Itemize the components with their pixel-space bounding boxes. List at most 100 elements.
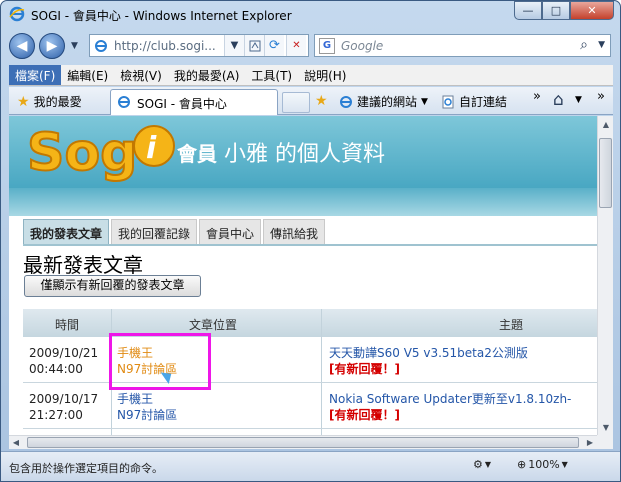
tab-my-replies[interactable]: 我的回覆記錄 (111, 219, 198, 245)
page-content: Sog i 會員 小雅 的個人資料 我的發表文章 我的回覆記錄 會員中心 傳訊給… (9, 116, 597, 435)
suggested-sites-label: 建議的網站 (357, 95, 418, 109)
window-controls: — □ ✕ (514, 1, 614, 21)
highlight-box (109, 333, 211, 390)
post-date-day: 2009/10/17 (29, 392, 99, 406)
forum-link[interactable]: 手機王 (117, 391, 177, 407)
security-icon: ⚙ (473, 458, 483, 471)
menu-favorites[interactable]: 我的最愛(A) (168, 65, 246, 85)
custom-links[interactable]: 自訂連結 (441, 93, 507, 110)
post-topic: Nokia Software Updater更新至v1.8.10zh- [有新回… (329, 391, 571, 423)
suggested-sites[interactable]: 建議的網站 ▼ (339, 93, 428, 110)
tab-send-message[interactable]: 傳訊給我 (263, 219, 326, 245)
status-bar: 包含用於操作選定項目的命令。 ⚙ ▼ ⊕ 100% ▼ (1, 451, 620, 481)
topic-link[interactable]: Nokia Software Updater更新至v1.8.10zh- (329, 391, 571, 407)
home-icon[interactable]: ⌂ (553, 90, 564, 110)
home-dropdown[interactable]: ▼ (575, 95, 582, 105)
protected-mode-button[interactable]: ⚙ ▼ (473, 458, 491, 471)
menu-help[interactable]: 說明(H) (298, 65, 352, 85)
menu-tools[interactable]: 工具(T) (245, 65, 298, 85)
search-input[interactable]: Google (341, 39, 383, 53)
tab-underline (23, 244, 597, 246)
show-new-replies-only-button[interactable]: 僅顯示有新回覆的發表文章 (24, 275, 201, 297)
header-location: 文章位置 (189, 318, 238, 332)
menu-view[interactable]: 檢視(V) (114, 65, 168, 85)
ie-page-icon (118, 96, 130, 108)
favorites-bar: ★ 我的最愛 SOGI - 會員中心 ★ 建議的網站 ▼ 自訂連結 » ⌂ ▼ … (9, 87, 613, 115)
forward-button[interactable]: ▶ (39, 33, 65, 59)
address-dropdown[interactable]: ▼ (224, 35, 244, 56)
banner-stripe (9, 188, 597, 216)
more-links-chevron[interactable]: » (533, 89, 541, 104)
favorites-label: 我的最愛 (33, 95, 82, 109)
zoom-dropdown-icon: ▼ (561, 460, 568, 469)
post-location: 手機王 N97討論區 (117, 391, 177, 423)
post-date-day: 2009/10/21 (29, 346, 99, 360)
post-date-time: 21:27:00 (29, 408, 83, 422)
search-icon[interactable]: ⌕ (580, 37, 588, 53)
zoom-icon: ⊕ (517, 458, 527, 471)
suggested-dropdown-icon: ▼ (421, 96, 428, 107)
topic-link[interactable]: 天天動譁S60 V5 v3.51beta2公測版 (329, 345, 528, 361)
vertical-scrollbar[interactable]: ▲ ▼ (597, 116, 613, 435)
title-bar: SOGI - 會員中心 - Windows Internet Explorer … (1, 1, 620, 29)
new-reply-badge: [有新回覆！] (329, 408, 400, 422)
scrollbar-corner (597, 435, 613, 449)
search-options-dropdown[interactable]: ▼ (598, 40, 605, 50)
search-box[interactable]: G Google ⌕ ▼ (314, 34, 611, 57)
star-icon: ★ (17, 93, 30, 110)
menu-bar: 檔案(F) 編輯(E) 檢視(V) 我的最愛(A) 工具(T) 說明(H) (9, 65, 613, 86)
menu-file[interactable]: 檔案(F) (9, 65, 62, 85)
post-topic: 天天動譁S60 V5 v3.51beta2公測版 [有新回覆！] (329, 345, 528, 377)
google-icon: G (319, 38, 335, 54)
close-button[interactable]: ✕ (570, 1, 614, 20)
minimize-button[interactable]: — (514, 1, 542, 20)
profile-heading-name: 小雅 的個人資料 (224, 142, 385, 167)
tab-sogi[interactable]: SOGI - 會員中心 (110, 89, 278, 115)
refresh-button[interactable]: ⟳ (264, 35, 284, 56)
header-time: 時間 (55, 318, 80, 332)
custom-links-label: 自訂連結 (459, 95, 508, 109)
new-reply-badge: [有新回覆！] (329, 362, 400, 376)
post-date-time: 00:44:00 (29, 362, 83, 376)
maximize-button[interactable]: □ (542, 1, 570, 20)
zoom-level: 100% (528, 458, 560, 471)
stop-button[interactable]: ✕ (286, 35, 306, 56)
add-favorites-button[interactable]: ★ (315, 93, 328, 109)
page-link-icon (442, 95, 454, 108)
tab-my-posts[interactable]: 我的發表文章 (23, 219, 110, 245)
recent-pages-dropdown[interactable]: ▼ (71, 41, 78, 51)
toolbar-chevron[interactable]: » (597, 89, 605, 104)
section-title: 最新發表文章 (23, 253, 143, 277)
window-title: SOGI - 會員中心 - Windows Internet Explorer (31, 9, 292, 23)
compatibility-icon[interactable] (244, 35, 264, 56)
scroll-down-icon[interactable]: ▼ (598, 419, 614, 435)
board-link[interactable]: N97討論區 (117, 407, 177, 423)
profile-heading: 會員 小雅 的個人資料 (177, 136, 385, 168)
profile-heading-member: 會員 (177, 142, 217, 166)
back-button[interactable]: ◀ (9, 33, 35, 59)
address-bar[interactable]: http://club.sogi... ▼ ⟳ ✕ (89, 34, 309, 57)
address-url[interactable]: http://club.sogi... (114, 39, 216, 53)
favorites-button[interactable]: ★ 我的最愛 (17, 93, 82, 110)
navigation-bar: ◀ ▶ ▼ http://club.sogi... ▼ ⟳ ✕ G Google… (1, 29, 620, 63)
header-topic: 主題 (499, 318, 524, 332)
horizontal-scrollbar[interactable]: ◀ ▶ (9, 435, 597, 449)
table-row: 2009/10/17 21:27:00 手機王 N97討論區 Nokia Sof… (23, 385, 597, 429)
new-tab-button[interactable] (282, 92, 310, 113)
scroll-up-icon[interactable]: ▲ (598, 116, 614, 132)
menu-edit[interactable]: 編輯(E) (61, 65, 114, 85)
svg-text:i: i (146, 131, 157, 166)
browser-window: SOGI - 會員中心 - Windows Internet Explorer … (0, 0, 621, 482)
vertical-scroll-thumb[interactable] (599, 138, 612, 208)
profile-tabs: 我的發表文章 我的回覆記錄 會員中心 傳訊給我 (23, 219, 327, 245)
zoom-control[interactable]: ⊕ 100% ▼ (517, 458, 568, 471)
security-dropdown-icon: ▼ (484, 460, 492, 469)
tab-member-center[interactable]: 會員中心 (199, 219, 262, 245)
horizontal-scroll-thumb[interactable] (27, 437, 579, 448)
scroll-right-icon[interactable]: ▶ (583, 436, 597, 449)
scroll-left-icon[interactable]: ◀ (9, 436, 23, 449)
tab-title: SOGI - 會員中心 (137, 97, 227, 111)
post-date: 2009/10/21 00:44:00 (29, 345, 98, 377)
page-icon (95, 40, 107, 52)
sogi-logo: Sog i (26, 122, 175, 184)
